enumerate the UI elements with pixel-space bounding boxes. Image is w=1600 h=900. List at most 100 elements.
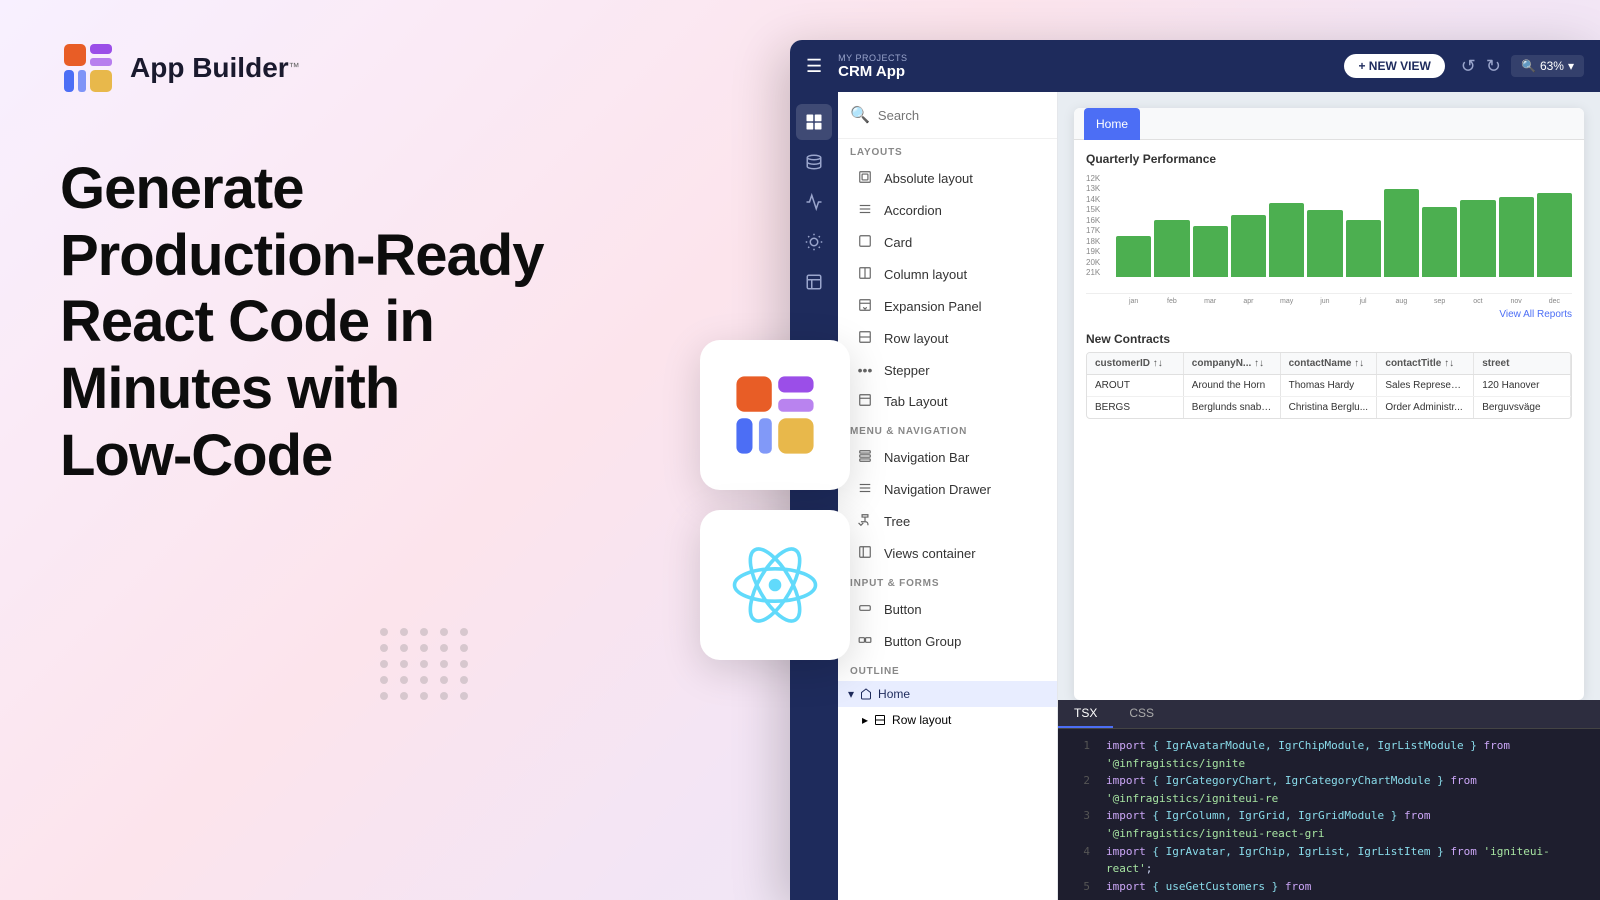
- card-icon: [856, 234, 874, 251]
- app-name-label: CRM App: [838, 63, 1328, 80]
- menu-nav-section-header: MENU & NAVIGATION: [838, 418, 1057, 441]
- component-stepper[interactable]: ••• Stepper: [842, 355, 1053, 385]
- logo-text-area: App Builder™: [130, 52, 300, 84]
- nav-drawer-icon: [856, 481, 874, 498]
- chart-wrapper: 21K 20K 19K 18K 17K 16K 15K 14K 13K: [1086, 174, 1572, 305]
- code-line-2: 2 import { IgrCategoryChart, IgrCategory…: [1070, 772, 1588, 807]
- react-logo-icon: [730, 540, 820, 630]
- contracts-section: New Contracts customerID ↑↓ companyN... …: [1086, 332, 1572, 419]
- bar-aug: [1384, 189, 1419, 277]
- zoom-control[interactable]: 🔍 63% ▾: [1511, 55, 1584, 77]
- component-column-layout[interactable]: Column layout: [842, 259, 1053, 290]
- dots-decoration: [380, 628, 472, 700]
- new-view-button[interactable]: + NEW VIEW: [1344, 54, 1444, 78]
- component-expansion-panel[interactable]: Expansion Panel: [842, 291, 1053, 322]
- quarterly-performance-section: Quarterly Performance 21K 20K 19K 18K 17…: [1086, 152, 1572, 320]
- code-line-4: 4 import { IgrAvatar, IgrChip, IgrList, …: [1070, 843, 1588, 878]
- outline-row-icon: [874, 714, 886, 726]
- grid-header-contact-name: contactName ↑↓: [1281, 353, 1378, 374]
- bar-feb: [1154, 220, 1189, 277]
- sidebar-icon-assets[interactable]: [796, 264, 832, 300]
- component-tab-layout[interactable]: Tab Layout: [842, 386, 1053, 417]
- bar-oct: [1460, 200, 1495, 277]
- bar-apr: [1231, 215, 1266, 277]
- code-content: 1 import { IgrAvatarModule, IgrChipModul…: [1058, 729, 1600, 897]
- search-icon: 🔍: [850, 105, 870, 125]
- column-layout-label: Column layout: [884, 267, 967, 282]
- tab-css[interactable]: CSS: [1113, 700, 1170, 728]
- tree-label: Tree: [884, 514, 910, 529]
- outline-item-row-layout[interactable]: ▸ Row layout: [838, 707, 1057, 733]
- grid-table: customerID ↑↓ companyN... ↑↓ contactName…: [1086, 352, 1572, 419]
- button-comp-icon: [856, 601, 874, 618]
- outline-home-icon: [860, 688, 872, 700]
- undo-icon[interactable]: ↺: [1461, 56, 1476, 77]
- code-tabs: TSX CSS: [1058, 700, 1600, 729]
- sidebar-icon-events[interactable]: [796, 184, 832, 220]
- view-all-reports-link[interactable]: View All Reports: [1086, 309, 1572, 320]
- canvas-preview: Home Quarterly Performance 21K 20K: [1074, 108, 1584, 700]
- code-panel: TSX CSS 1 import { IgrAvatarModule, IgrC…: [1058, 700, 1600, 900]
- absolute-layout-label: Absolute layout: [884, 171, 973, 186]
- grid-header-street: street: [1474, 353, 1571, 374]
- button-group-label: Button Group: [884, 634, 961, 649]
- component-nav-drawer[interactable]: Navigation Drawer: [842, 474, 1053, 505]
- menu-icon[interactable]: ☰: [806, 56, 822, 77]
- search-box[interactable]: 🔍 ⌘ E: [838, 92, 1057, 139]
- grid-header-company: companyN... ↑↓: [1184, 353, 1281, 374]
- bar-dec: [1537, 193, 1572, 277]
- component-absolute-layout[interactable]: Absolute layout: [842, 163, 1053, 194]
- chart-title: Quarterly Performance: [1086, 152, 1572, 166]
- expansion-panel-icon: [856, 298, 874, 315]
- tab-layout-icon: [856, 393, 874, 410]
- preview-tab-home[interactable]: Home: [1084, 108, 1140, 140]
- sidebar-icon-theme[interactable]: [796, 224, 832, 260]
- tree-icon: [856, 513, 874, 530]
- tab-layout-label: Tab Layout: [884, 394, 948, 409]
- row-layout-label: Row layout: [884, 331, 948, 346]
- topbar-actions: ↺ ↻ 🔍 63% ▾: [1461, 55, 1584, 77]
- sidebar-icon-components[interactable]: [796, 104, 832, 140]
- input-forms-section-header: INPUT & FORMS: [838, 570, 1057, 593]
- code-line-3: 3 import { IgrColumn, IgrGrid, IgrGridMo…: [1070, 807, 1588, 842]
- app-ui-section: ☰ MY PROJECTS CRM App + NEW VIEW ↺ ↻ 🔍 6…: [740, 0, 1600, 900]
- zoom-chevron-icon: ▾: [1568, 59, 1574, 73]
- components-panel: 🔍 ⌘ E LAYOUTS Absolute layout Acc: [838, 92, 1058, 900]
- sidebar-icon-data[interactable]: [796, 144, 832, 180]
- component-nav-bar[interactable]: Navigation Bar: [842, 442, 1053, 473]
- component-row-layout[interactable]: Row layout: [842, 323, 1053, 354]
- float-card-appbuilder: [700, 340, 850, 490]
- redo-icon[interactable]: ↻: [1486, 56, 1501, 77]
- component-button[interactable]: Button: [842, 594, 1053, 625]
- row-layout-icon: [856, 330, 874, 347]
- bars-container: [1116, 174, 1572, 277]
- app-body: 🔍 ⌘ E LAYOUTS Absolute layout Acc: [790, 92, 1600, 900]
- grid-header-contact-title: contactTitle ↑↓: [1377, 353, 1474, 374]
- accordion-label: Accordion: [884, 203, 942, 218]
- component-accordion[interactable]: Accordion: [842, 195, 1053, 226]
- hero-section: App Builder™ Generate Production-Ready R…: [0, 0, 760, 900]
- float-card-react: [700, 510, 850, 660]
- nav-bar-label: Navigation Bar: [884, 450, 969, 465]
- zoom-value: 63%: [1540, 59, 1564, 73]
- contracts-title: New Contracts: [1086, 332, 1572, 346]
- bar-may: [1269, 203, 1304, 277]
- hero-title: Generate Production-Ready React Code in …: [60, 156, 700, 489]
- card-label: Card: [884, 235, 912, 250]
- outline-item-home[interactable]: ▾ Home: [838, 681, 1057, 707]
- project-info: MY PROJECTS CRM App: [838, 53, 1328, 80]
- icon-sidebar: [790, 92, 838, 900]
- bar-nov: [1499, 197, 1534, 277]
- logo-area: App Builder™: [60, 40, 700, 96]
- app-window: ☰ MY PROJECTS CRM App + NEW VIEW ↺ ↻ 🔍 6…: [790, 40, 1600, 900]
- expansion-panel-label: Expansion Panel: [884, 299, 982, 314]
- button-group-icon: [856, 633, 874, 650]
- search-input[interactable]: [878, 108, 1054, 123]
- component-button-group[interactable]: Button Group: [842, 626, 1053, 657]
- component-card[interactable]: Card: [842, 227, 1053, 258]
- chart-x-labels: jan feb mar apr may jun jul aug sep oc: [1116, 298, 1572, 305]
- component-views-container[interactable]: Views container: [842, 538, 1053, 569]
- component-tree[interactable]: Tree: [842, 506, 1053, 537]
- grid-header-row: customerID ↑↓ companyN... ↑↓ contactName…: [1087, 353, 1571, 375]
- tab-tsx[interactable]: TSX: [1058, 700, 1113, 728]
